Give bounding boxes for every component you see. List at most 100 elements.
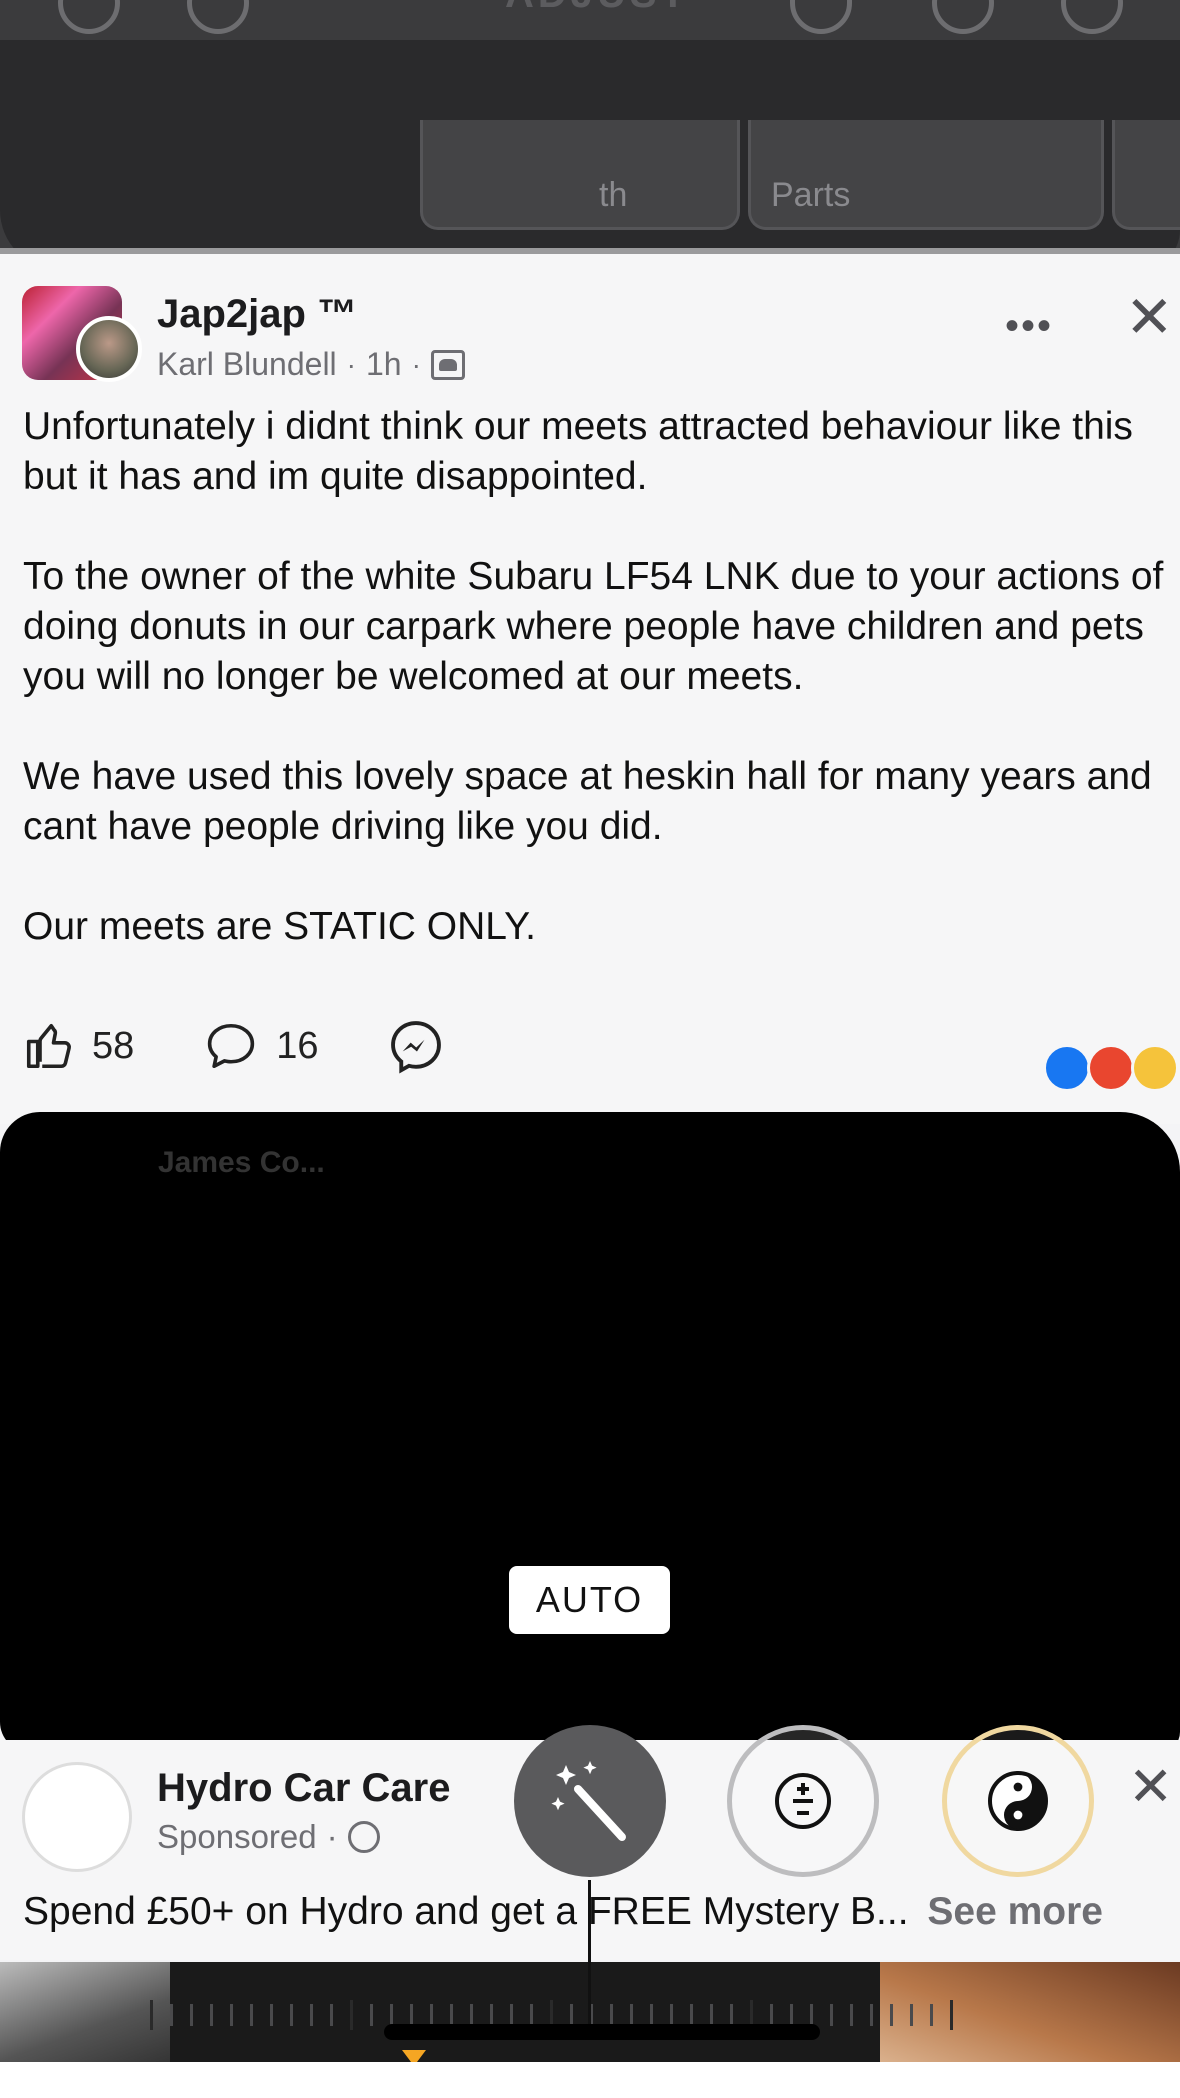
slider-tick [190,2004,193,2026]
edit-toolbar: ADJUST th Parts [0,0,1180,255]
like-button[interactable]: 58 [22,1019,134,1073]
slider-tick [430,2004,433,2026]
close-icon[interactable]: ✕ [1125,289,1174,347]
more-options-icon[interactable] [1061,0,1123,34]
like-count: 58 [92,1024,135,1067]
auto-enhance-badge[interactable]: AUTO [509,1566,670,1634]
post-time[interactable]: 1h [366,346,402,383]
slider-tick [810,2004,813,2026]
tab-chip-label: th [599,176,628,214]
tab-chip-parts[interactable]: Parts [748,120,1104,230]
like-reaction-icon [1043,1044,1091,1092]
slider-tick [250,2004,253,2026]
auto-enhance-button[interactable] [514,1725,666,1877]
toolbar-row: ADJUST [0,0,1180,34]
slider-tick [170,2004,173,2026]
sponsored-meta: Sponsored · [157,1818,380,1856]
advertiser-avatar[interactable] [22,1762,132,1872]
group-privacy-icon [430,349,465,380]
group-name[interactable]: Jap2jap ™ [157,292,357,337]
angry-reaction-icon [1087,1044,1135,1092]
comment-icon [208,1023,255,1069]
sponsored-label: Sponsored [157,1818,317,1855]
brilliance-button[interactable] [942,1725,1094,1877]
author-avatar[interactable] [76,316,142,382]
post-paragraph: Unfortunately i didnt think our meets at… [23,405,1133,498]
post-paragraph: Our meets are STATIC ONLY. [23,905,536,948]
slider-tick [210,2004,213,2026]
slider-tick [630,2004,633,2026]
slider-tick [710,2004,713,2026]
slider-tick [350,2000,353,2030]
slider-tick [330,2004,333,2026]
bottom-bar [0,2062,1180,2098]
post-actions: 58 16 [22,1016,529,1076]
hide-icon[interactable] [790,0,852,34]
undo-icon[interactable] [58,0,120,34]
facebook-post: Jap2jap ™ Karl Blundell · 1h · ••• ✕ Unf… [0,254,1180,1124]
more-options-icon[interactable]: ••• [1005,304,1053,349]
slider-tick [870,2004,873,2026]
slider-tick [290,2004,293,2026]
wow-reaction-icon [1131,1044,1179,1092]
slider-tick [230,2004,233,2026]
redo-icon[interactable] [187,0,249,34]
markup-icon[interactable] [932,0,994,34]
sponsored-text: Spend £50+ on Hydro and get a FREE Myste… [23,1890,1103,1934]
messenger-icon [390,1021,441,1074]
slider-tick [370,2004,373,2026]
post-body: Unfortunately i didnt think our meets at… [23,402,1180,1002]
author-name[interactable]: Karl Blundell [157,346,337,383]
slider-tick [530,2004,533,2026]
post-paragraph: We have used this lovely space at heskin… [23,755,1152,848]
see-more-link[interactable]: See more [927,1890,1103,1933]
slider-tick [830,2004,833,2026]
close-icon[interactable]: ✕ [1128,1760,1173,1814]
slider-tick [850,2004,853,2026]
slider-tick [150,2000,153,2030]
slider-tick [390,2004,393,2026]
slider-tick [930,2004,933,2026]
post-paragraph: To the owner of the white Subaru LF54 LN… [23,555,1164,698]
tab-chip-overflow[interactable] [1112,120,1180,230]
slider-tick [950,2000,953,2030]
comment-button[interactable]: 16 [202,1019,319,1073]
slider-tick [610,2004,613,2026]
slider-tick [670,2004,673,2026]
redaction-scribble [0,1112,1180,1752]
redacted-commenter-name: James Co... [158,1146,325,1179]
slider-tick [730,2004,733,2026]
tab-chip[interactable]: th [420,120,740,230]
slider-tick [410,2004,413,2026]
tab-chip-label: Parts [771,176,851,214]
slider-tick [270,2004,273,2026]
brilliance-icon [988,1771,1048,1831]
slider-tick [650,2004,653,2026]
globe-icon [347,1821,380,1853]
thumbs-up-icon [26,1023,71,1069]
slider-tick [890,2004,893,2026]
ad-copy: Spend £50+ on Hydro and get a FREE Myste… [23,1890,909,1933]
slider-tick [790,2004,793,2026]
slider-needle[interactable] [588,1880,591,2030]
slider-tick [570,2004,573,2026]
meta-separator: · [346,348,356,380]
advertiser-name[interactable]: Hydro Car Care [157,1766,450,1811]
messenger-share-button[interactable] [387,1017,461,1075]
home-indicator[interactable] [384,2024,820,2040]
meta-separator: · [411,348,421,380]
slider-tick [470,2004,473,2026]
slider-tick [770,2004,773,2026]
mode-title: ADJUST [505,0,689,17]
slider-tick [690,2004,693,2026]
post-meta: Karl Blundell · 1h · [157,346,465,383]
comment-count: 16 [276,1024,319,1067]
exposure-button[interactable] [727,1725,879,1877]
meta-separator: · [326,1818,338,1855]
slider-tick [490,2004,493,2026]
slider-tick [910,2004,913,2026]
slider-tick [510,2004,513,2026]
magic-wand-icon [551,1761,626,1841]
slider-tick [310,2004,313,2026]
slider-tick [450,2004,453,2026]
